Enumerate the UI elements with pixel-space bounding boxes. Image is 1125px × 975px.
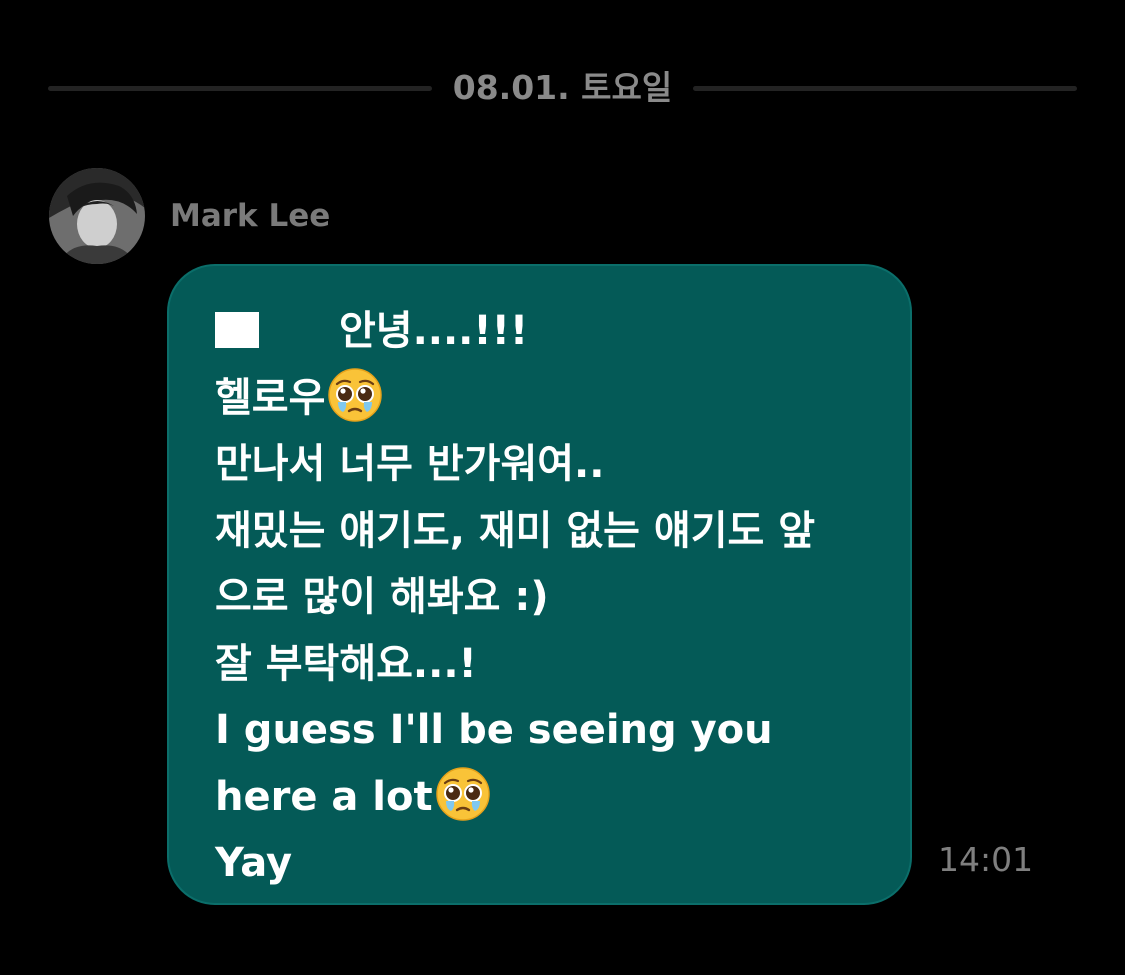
date-label: 08.01. 토요일 [452,68,673,107]
message-line: 으로 많이 해봐요 :) [215,574,549,620]
message-line: 잘 부탁해요...! [215,640,477,687]
pleading-face-emoji-icon [328,367,383,422]
message-line: 재밌는 얘기도, 재미 없는 얘기도 앞 [215,507,816,554]
message-line: I guess I'll be seeing you [215,707,773,753]
pleading-face-emoji-icon [435,766,490,821]
divider-line-right [693,86,1077,91]
message-text: 안녕....!!! 헬로우 만나서 너무 반가워여.. 재밌는 얘기도, 재미 … [215,298,895,897]
message-line: 안녕....!!! [215,298,895,365]
message-line: 헬로우 [215,365,895,432]
message-bubble[interactable]: 안녕....!!! 헬로우 만나서 너무 반가워여.. 재밌는 얘기도, 재미 … [167,264,912,905]
message-timestamp: 14:01 [938,840,1034,879]
date-divider: 08.01. 토요일 [48,62,1077,114]
divider-line-left [48,86,432,91]
sender-name[interactable]: Mark Lee [170,196,330,236]
message-line: Yay [215,840,293,886]
profile-photo [49,168,145,264]
message-line: here a lot [215,764,895,831]
message-line: 만나서 너무 반가워여.. [215,441,605,487]
avatar[interactable] [49,168,145,264]
white-square-icon [215,312,259,348]
